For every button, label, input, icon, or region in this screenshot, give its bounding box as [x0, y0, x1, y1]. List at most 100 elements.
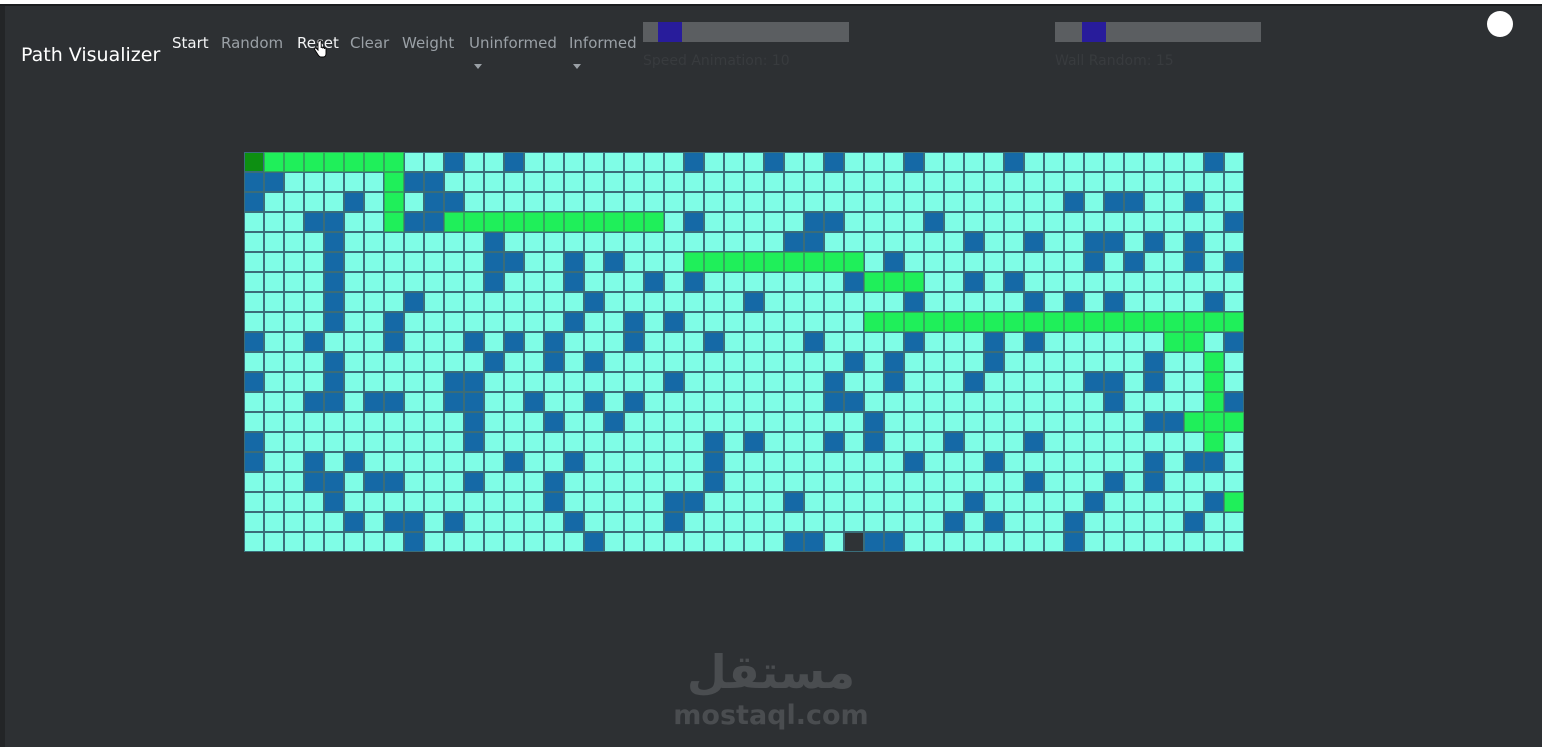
- grid-cell-empty[interactable]: [784, 292, 804, 312]
- grid-cell-empty[interactable]: [924, 232, 944, 252]
- grid-cell-empty[interactable]: [584, 492, 604, 512]
- grid-cell-empty[interactable]: [484, 432, 504, 452]
- grid-cell-empty[interactable]: [804, 512, 824, 532]
- grid-cell-empty[interactable]: [1004, 412, 1024, 432]
- grid-cell-empty[interactable]: [264, 332, 284, 352]
- grid-cell-empty[interactable]: [564, 232, 584, 252]
- grid-cell-empty[interactable]: [564, 392, 584, 412]
- grid-cell-wall[interactable]: [384, 332, 404, 352]
- grid-cell-empty[interactable]: [1224, 172, 1244, 192]
- grid-cell-empty[interactable]: [444, 332, 464, 352]
- grid-cell-empty[interactable]: [864, 152, 884, 172]
- grid-cell-wall[interactable]: [384, 392, 404, 412]
- grid-cell-wall[interactable]: [804, 532, 824, 552]
- grid-cell-empty[interactable]: [824, 352, 844, 372]
- grid-cell-empty[interactable]: [744, 352, 764, 372]
- grid-cell-empty[interactable]: [864, 492, 884, 512]
- grid-cell-empty[interactable]: [564, 192, 584, 212]
- grid-cell-empty[interactable]: [304, 352, 324, 372]
- grid-cell-empty[interactable]: [984, 432, 1004, 452]
- grid-cell-empty[interactable]: [244, 292, 264, 312]
- grid-cell-empty[interactable]: [504, 512, 524, 532]
- grid-cell-empty[interactable]: [264, 292, 284, 312]
- grid-cell-empty[interactable]: [504, 172, 524, 192]
- grid-cell-wall[interactable]: [564, 452, 584, 472]
- grid-cell-empty[interactable]: [884, 432, 904, 452]
- grid-cell-empty[interactable]: [1124, 412, 1144, 432]
- grid-cell-empty[interactable]: [304, 312, 324, 332]
- grid-cell-empty[interactable]: [624, 172, 644, 192]
- grid-cell-empty[interactable]: [804, 172, 824, 192]
- grid-cell-empty[interactable]: [904, 392, 924, 412]
- grid-cell-empty[interactable]: [1084, 532, 1104, 552]
- grid-cell-empty[interactable]: [264, 452, 284, 472]
- grid-cell-empty[interactable]: [664, 192, 684, 212]
- grid-cell-wall[interactable]: [1124, 192, 1144, 212]
- grid-cell-empty[interactable]: [304, 532, 324, 552]
- grid-cell-empty[interactable]: [284, 352, 304, 372]
- grid-cell-empty[interactable]: [1144, 512, 1164, 532]
- grid-cell-empty[interactable]: [424, 532, 444, 552]
- grid-cell-wall[interactable]: [1144, 232, 1164, 252]
- grid-cell-wall[interactable]: [624, 312, 644, 332]
- grid-cell-empty[interactable]: [1184, 532, 1204, 552]
- grid-cell-empty[interactable]: [984, 252, 1004, 272]
- grid-cell-empty[interactable]: [984, 272, 1004, 292]
- grid-cell-empty[interactable]: [484, 532, 504, 552]
- grid-cell-wall[interactable]: [664, 512, 684, 532]
- grid-cell-empty[interactable]: [864, 232, 884, 252]
- grid-cell-path[interactable]: [1004, 312, 1024, 332]
- grid-cell-empty[interactable]: [964, 212, 984, 232]
- app-brand[interactable]: Path Visualizer: [21, 44, 160, 66]
- grid-cell-path[interactable]: [484, 212, 504, 232]
- grid-cell-empty[interactable]: [464, 192, 484, 212]
- grid-cell-empty[interactable]: [684, 312, 704, 332]
- grid-cell-wall[interactable]: [504, 332, 524, 352]
- grid-cell-empty[interactable]: [644, 512, 664, 532]
- grid-cell-empty[interactable]: [284, 532, 304, 552]
- grid-cell-empty[interactable]: [264, 212, 284, 232]
- grid-cell-path[interactable]: [264, 152, 284, 172]
- grid-cell-empty[interactable]: [944, 252, 964, 272]
- grid-cell-empty[interactable]: [344, 172, 364, 192]
- grid-cell-empty[interactable]: [1024, 492, 1044, 512]
- grid-cell-empty[interactable]: [844, 452, 864, 472]
- grid-cell-empty[interactable]: [364, 292, 384, 312]
- grid-cell-wall[interactable]: [544, 472, 564, 492]
- grid-cell-empty[interactable]: [1064, 152, 1084, 172]
- grid-cell-wall[interactable]: [244, 332, 264, 352]
- grid-cell-wall[interactable]: [924, 212, 944, 232]
- grid-cell-empty[interactable]: [764, 312, 784, 332]
- grid-cell-wall[interactable]: [884, 252, 904, 272]
- grid-cell-empty[interactable]: [284, 472, 304, 492]
- grid-cell-path[interactable]: [924, 312, 944, 332]
- grid-cell-empty[interactable]: [364, 372, 384, 392]
- grid-cell-empty[interactable]: [704, 312, 724, 332]
- grid-cell-empty[interactable]: [324, 192, 344, 212]
- grid-cell-empty[interactable]: [924, 472, 944, 492]
- grid-cell-empty[interactable]: [1004, 212, 1024, 232]
- grid-cell-empty[interactable]: [384, 292, 404, 312]
- grid-cell-empty[interactable]: [364, 172, 384, 192]
- grid-cell-empty[interactable]: [1204, 472, 1224, 492]
- grid-cell-empty[interactable]: [1044, 152, 1064, 172]
- grid-cell-empty[interactable]: [1124, 372, 1144, 392]
- grid-cell-empty[interactable]: [844, 512, 864, 532]
- grid-cell-wall[interactable]: [304, 452, 324, 472]
- grid-cell-empty[interactable]: [524, 372, 544, 392]
- grid-cell-wall[interactable]: [964, 492, 984, 512]
- grid-cell-empty[interactable]: [984, 232, 1004, 252]
- grid-cell-empty[interactable]: [724, 272, 744, 292]
- grid-cell-empty[interactable]: [524, 252, 544, 272]
- grid-cell-wall[interactable]: [804, 212, 824, 232]
- grid-cell-empty[interactable]: [764, 172, 784, 192]
- grid-cell-wall[interactable]: [444, 152, 464, 172]
- grid-cell-wall[interactable]: [304, 332, 324, 352]
- grid-cell-path[interactable]: [1204, 352, 1224, 372]
- grid-cell-wall[interactable]: [344, 452, 364, 472]
- grid-cell-empty[interactable]: [884, 292, 904, 312]
- grid-cell-empty[interactable]: [444, 452, 464, 472]
- grid-cell-empty[interactable]: [824, 532, 844, 552]
- grid-cell-empty[interactable]: [364, 212, 384, 232]
- grid-cell-empty[interactable]: [884, 192, 904, 212]
